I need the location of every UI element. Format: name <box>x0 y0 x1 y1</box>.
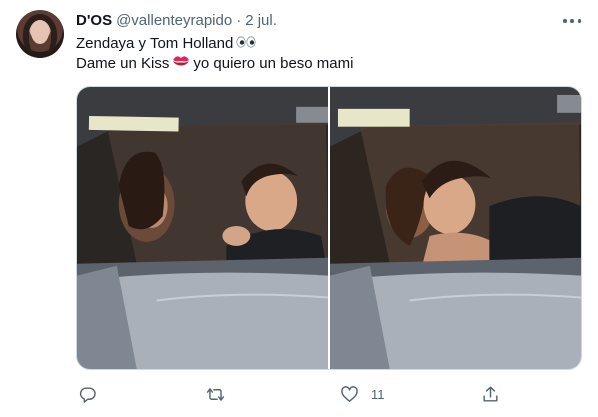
car-photo-2[interactable] <box>330 87 581 369</box>
tweet-header: D'OS @vallenteyrapido · 2 jul. <box>76 11 277 31</box>
retweet-button[interactable] <box>206 382 225 406</box>
heart-icon[interactable] <box>340 385 359 404</box>
header-separator: · <box>236 12 242 29</box>
author-name[interactable]: D'OS <box>76 11 112 31</box>
reply-icon[interactable] <box>78 385 97 404</box>
eyes-emoji-icon <box>236 34 256 54</box>
reply-button[interactable] <box>78 382 97 406</box>
kiss-lips-icon <box>172 54 190 74</box>
tweet-text-line-1: Zendaya y Tom Holland <box>76 34 576 54</box>
tweet[interactable]: D'OS @vallenteyrapido · 2 jul. Zendaya y… <box>0 0 598 417</box>
like-count: 11 <box>371 386 385 402</box>
share-icon[interactable] <box>481 385 500 404</box>
author-handle[interactable]: @vallenteyrapido <box>116 11 232 31</box>
retweet-icon[interactable] <box>206 385 225 404</box>
tweet-timestamp[interactable]: 2 jul. <box>245 11 277 31</box>
more-options-icon[interactable] <box>560 12 584 30</box>
tweet-text-line-2-end: yo quiero un beso mami <box>193 55 354 72</box>
tweet-text-line-1-content: Zendaya y Tom Holland <box>76 35 234 52</box>
tweet-text-line-2-start: Dame un Kiss <box>76 55 170 72</box>
share-button[interactable] <box>481 382 500 406</box>
tweet-text-line-2: Dame un Kiss yo quiero un beso mami <box>76 54 576 74</box>
tweet-actions: 11 <box>76 382 576 406</box>
tweet-media[interactable] <box>76 86 582 370</box>
like-button[interactable]: 11 <box>340 382 385 406</box>
avatar-face <box>31 20 49 44</box>
tweet-text: Zendaya y Tom Holland Dame un Kiss yo qui… <box>76 34 576 74</box>
avatar[interactable] <box>16 10 64 58</box>
car-photo-1[interactable] <box>77 87 328 369</box>
